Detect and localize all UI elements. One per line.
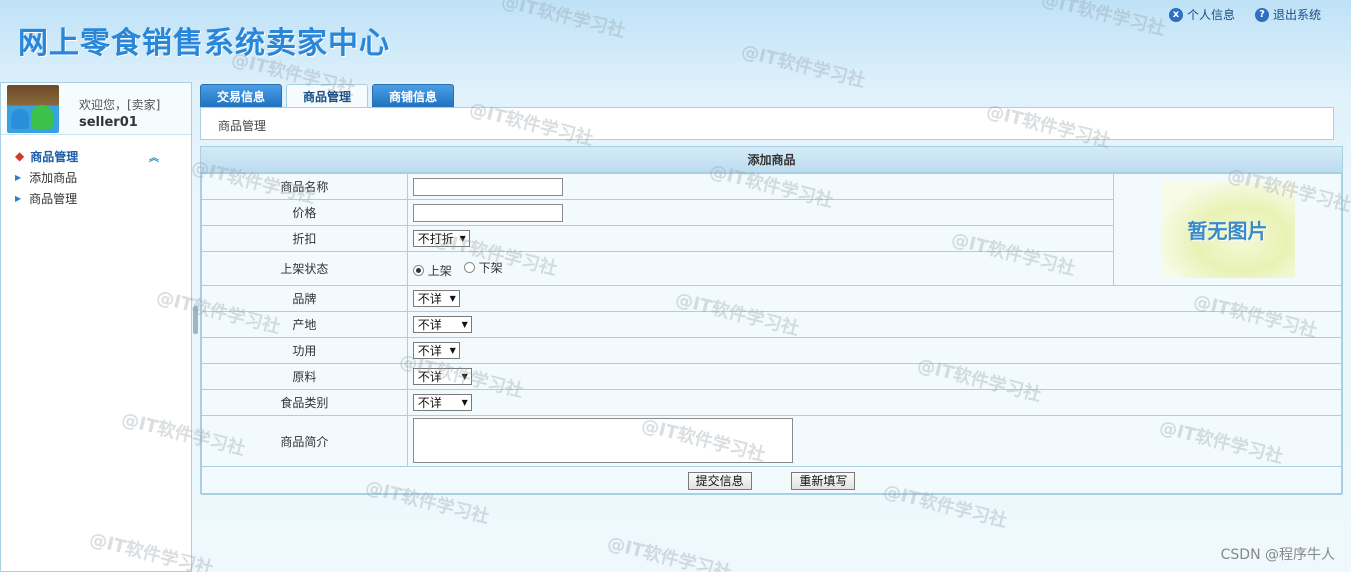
- caret-right-icon: ▶: [15, 173, 22, 182]
- field-label: 原料: [201, 363, 408, 390]
- radio-label: 上架: [427, 263, 452, 278]
- field-label: 食品类别: [201, 389, 408, 416]
- main-tabs: 交易信息 商品管理 商铺信息: [200, 84, 455, 108]
- chevron-up-icon[interactable]: ︽: [149, 149, 159, 164]
- sidebar-item-add-product[interactable]: ▶ 添加商品: [1, 167, 191, 188]
- header: 网上零食销售系统卖家中心 x 个人信息 ? 退出系统: [0, 0, 1351, 80]
- price-input[interactable]: [412, 203, 563, 222]
- sidebar-item-label: 添加商品: [29, 171, 78, 185]
- sidebar-collapse-handle[interactable]: [193, 306, 198, 334]
- category-select-value: 不详: [417, 396, 442, 410]
- logout-label: 退出系统: [1272, 8, 1321, 22]
- dropdown-arrow-icon: ▼: [449, 346, 456, 355]
- status-radio-on-shelf[interactable]: 上架: [412, 262, 452, 279]
- field-label: 功用: [201, 337, 408, 364]
- material-select[interactable]: 不详 ▼: [412, 368, 472, 385]
- user-box: 欢迎您，[卖家] seller01: [1, 83, 191, 135]
- question-circle-icon: ?: [1254, 7, 1269, 22]
- tab-shop-info[interactable]: 商铺信息: [372, 84, 455, 108]
- field-label: 上架状态: [201, 251, 408, 286]
- field-label: 品牌: [201, 285, 408, 312]
- tab-product-management[interactable]: 商品管理: [286, 84, 369, 108]
- tab-trade-info[interactable]: 交易信息: [200, 84, 283, 108]
- sidebar-item-label: 商品管理: [29, 192, 78, 206]
- dropdown-arrow-icon: ▼: [459, 234, 466, 243]
- menu-group-product-management[interactable]: ◆ 商品管理 ︽: [1, 145, 191, 167]
- effect-select[interactable]: 不详 ▼: [412, 342, 460, 359]
- add-product-form: 添加商品 商品名称 暂无图片 价格 折扣 不打折 ▼ 上架状态 上架 下架 品牌…: [200, 146, 1343, 495]
- radio-label: 下架: [478, 260, 503, 275]
- brand-select[interactable]: 不详 ▼: [412, 290, 460, 307]
- reset-button[interactable]: 重新填写: [791, 471, 856, 490]
- form-table: 商品名称 暂无图片 价格 折扣 不打折 ▼ 上架状态 上架 下架 品牌 不详 ▼…: [201, 173, 1343, 495]
- field-label: 商品名称: [201, 173, 408, 200]
- radio-unchecked-icon: [463, 261, 475, 273]
- radio-checked-icon: [412, 264, 424, 276]
- product-intro-textarea[interactable]: [412, 418, 793, 463]
- dropdown-arrow-icon: ▼: [461, 320, 468, 329]
- no-image-placeholder: 暂无图片: [1160, 181, 1295, 278]
- submit-button[interactable]: 提交信息: [687, 471, 752, 490]
- brand-select-value: 不详: [417, 292, 442, 306]
- form-title: 添加商品: [201, 147, 1342, 173]
- status-radio-off-shelf[interactable]: 下架: [463, 259, 503, 276]
- sidebar: 欢迎您，[卖家] seller01 ◆ 商品管理 ︽ ▶ 添加商品 ▶ 商品管理: [0, 82, 192, 572]
- username: seller01: [79, 115, 138, 130]
- field-label: 折扣: [201, 225, 408, 252]
- dropdown-arrow-icon: ▼: [449, 294, 456, 303]
- origin-select[interactable]: 不详 ▼: [412, 316, 472, 333]
- discount-select-value: 不打折: [417, 232, 454, 246]
- caret-right-icon: ▶: [15, 194, 22, 203]
- field-label: 商品简介: [201, 415, 408, 467]
- field-label: 价格: [201, 199, 408, 226]
- logout-link[interactable]: ? 退出系统: [1254, 6, 1321, 23]
- site-title: 网上零食销售系统卖家中心: [18, 26, 390, 61]
- top-links: x 个人信息 ? 退出系统: [1168, 6, 1321, 23]
- personal-info-label: 个人信息: [1186, 8, 1235, 22]
- material-select-value: 不详: [417, 370, 442, 384]
- dropdown-arrow-icon: ▼: [461, 372, 468, 381]
- watermark-text: @IT软件学习社: [604, 532, 734, 572]
- csdn-credit: CSDN @程序牛人: [1220, 547, 1335, 563]
- avatar: [7, 85, 59, 133]
- x-circle-icon: x: [1168, 7, 1183, 22]
- product-name-input[interactable]: [412, 177, 563, 196]
- sidebar-item-manage-products[interactable]: ▶ 商品管理: [1, 188, 191, 209]
- dropdown-arrow-icon: ▼: [461, 398, 468, 407]
- discount-select[interactable]: 不打折 ▼: [412, 230, 470, 247]
- origin-select-value: 不详: [417, 318, 442, 332]
- category-select[interactable]: 不详 ▼: [412, 394, 472, 411]
- menu-group-icon: ◆: [15, 149, 25, 163]
- personal-info-link[interactable]: x 个人信息: [1168, 6, 1235, 23]
- field-label: 产地: [201, 311, 408, 338]
- menu-group-label: 商品管理: [30, 149, 79, 164]
- breadcrumb: 商品管理: [200, 107, 1334, 140]
- effect-select-value: 不详: [417, 344, 442, 358]
- welcome-text: 欢迎您，[卖家]: [79, 98, 161, 112]
